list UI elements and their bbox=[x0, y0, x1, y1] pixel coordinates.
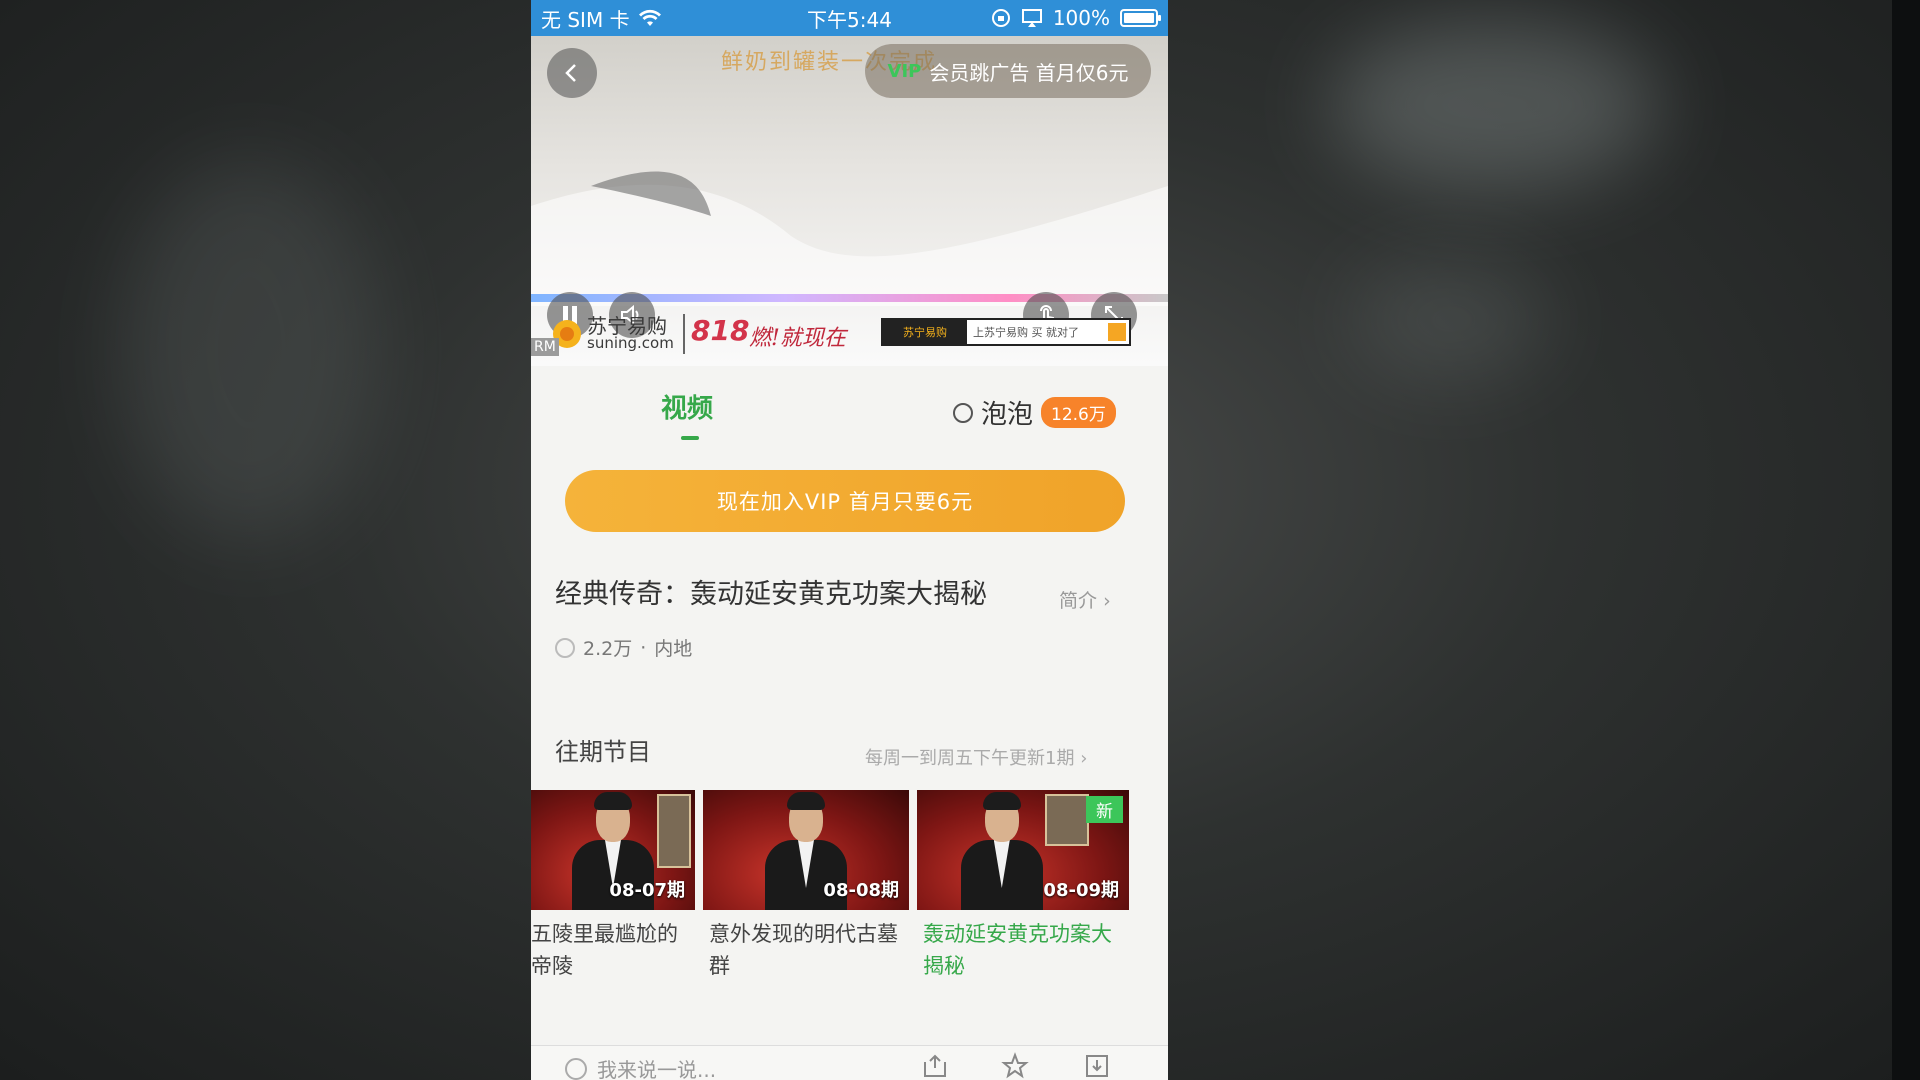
tab-video[interactable]: 视频 bbox=[661, 388, 713, 425]
carrier-label: 无 SIM 卡 bbox=[541, 7, 630, 32]
mini-banner-text: 上苏宁易购 买 就对了 bbox=[973, 326, 1079, 339]
ad-tag: RM bbox=[531, 338, 559, 356]
thumbnail-inset-image bbox=[1045, 794, 1089, 846]
thumbnail-inset-image bbox=[657, 794, 691, 868]
tab-active-indicator bbox=[681, 436, 699, 440]
screen-glare bbox=[120, 160, 380, 540]
episode-title: 轰动延安黄克功案大揭秘 bbox=[923, 922, 1112, 978]
wifi-icon bbox=[638, 9, 661, 26]
vip-skip-ad-button[interactable]: VIP 会员跳广告 首月仅6元 bbox=[865, 44, 1151, 98]
ad-mini-banner: 苏宁易购 上苏宁易购 买 就对了 bbox=[881, 318, 1131, 346]
ad-banner-strip[interactable]: 苏宁易购 suning.com 818 燃!就现在 RM 苏宁易购 上苏宁易购 … bbox=[531, 308, 1168, 366]
host-figure bbox=[957, 792, 1047, 910]
video-player[interactable]: 鲜奶到罐装一次完成 VIP 会员跳广告 首月仅6元 苏宁易购 suning.co… bbox=[531, 36, 1168, 366]
ad-brand-cn: 苏宁易购 bbox=[587, 314, 667, 338]
content-tabs: 视频 泡泡 12.6万 bbox=[531, 366, 1168, 456]
episode-card[interactable]: 08-07期 五陵里最尴尬的帝陵 bbox=[531, 790, 695, 982]
screen-mirroring-icon bbox=[1021, 9, 1042, 27]
episode-thumbnail: 08-07期 bbox=[531, 790, 695, 910]
bubble-icon bbox=[953, 402, 973, 423]
program-title: 经典传奇：轰动延安黄克功案大揭秘 bbox=[555, 579, 987, 610]
tab-bubble[interactable]: 泡泡 12.6万 bbox=[953, 394, 1116, 431]
download-icon[interactable] bbox=[1083, 1052, 1111, 1080]
orientation-lock-icon bbox=[991, 9, 1010, 27]
region: 内地 bbox=[654, 638, 693, 660]
mini-banner-search-icon bbox=[1108, 323, 1126, 341]
schedule-text: 每周一到周五下午更新1期 bbox=[865, 748, 1075, 769]
ad-brand-en: suning.com bbox=[587, 334, 674, 352]
bubble-count-badge: 12.6万 bbox=[1041, 397, 1116, 428]
ad-slogan-secondary: 燃!就现在 bbox=[749, 326, 846, 351]
new-badge: 新 bbox=[1086, 796, 1123, 823]
episode-title: 意外发现的明代古墓群 bbox=[709, 922, 898, 978]
meta-separator: · bbox=[640, 636, 647, 659]
comment-input[interactable]: 我来说一说... bbox=[565, 1054, 716, 1080]
suning-logo: 苏宁易购 suning.com bbox=[553, 316, 674, 351]
episode-thumbnail: 新 08-09期 bbox=[917, 790, 1129, 910]
share-icon[interactable] bbox=[921, 1052, 949, 1080]
vip-mini-logo: VIP bbox=[887, 60, 922, 82]
episode-date-label: 08-08期 bbox=[823, 880, 899, 901]
comment-placeholder: 我来说一说... bbox=[597, 1058, 717, 1080]
bottom-action-bar: 我来说一说... bbox=[531, 1045, 1168, 1080]
chevron-right-icon: › bbox=[1103, 590, 1111, 612]
episode-date-label: 08-09期 bbox=[1043, 880, 1119, 901]
phone-screen: 无 SIM 卡 下午5:44 100% 鲜奶到罐装一次完成 VIP 会员跳广告 … bbox=[531, 0, 1168, 1080]
episode-title: 五陵里最尴尬的帝陵 bbox=[531, 922, 678, 978]
ad-818-logo: 818 bbox=[691, 314, 750, 347]
monitor-bezel bbox=[1892, 0, 1920, 1080]
emoji-icon bbox=[565, 1057, 587, 1080]
episode-date-label: 08-07期 bbox=[609, 880, 685, 901]
battery-icon bbox=[1120, 9, 1161, 27]
ad-divider bbox=[683, 314, 685, 354]
intro-link[interactable]: 简介 › bbox=[1059, 586, 1111, 613]
episode-card-current[interactable]: 新 08-09期 轰动延安黄克功案大揭秘 bbox=[917, 790, 1129, 982]
status-bar: 无 SIM 卡 下午5:44 100% bbox=[531, 0, 1168, 36]
view-count: 2.2万 bbox=[583, 638, 633, 660]
back-button[interactable] bbox=[547, 48, 597, 98]
program-meta: 2.2万 · 内地 bbox=[555, 634, 692, 661]
intro-label: 简介 bbox=[1059, 590, 1098, 612]
ad-wave-graphic bbox=[531, 171, 1168, 306]
join-vip-button[interactable]: 现在加入VIP 首月只要6元 bbox=[565, 470, 1125, 532]
star-icon[interactable] bbox=[1001, 1052, 1029, 1080]
back-icon bbox=[565, 64, 576, 82]
mini-banner-logo: 苏宁易购 bbox=[883, 320, 967, 344]
chevron-right-icon: › bbox=[1080, 748, 1088, 769]
episode-thumbnail: 08-08期 bbox=[703, 790, 909, 910]
clock: 下午5:44 bbox=[807, 7, 892, 32]
tab-bubble-label: 泡泡 bbox=[981, 400, 1034, 430]
past-episodes-title: 往期节目 bbox=[555, 738, 651, 766]
screen-glare bbox=[1350, 260, 1550, 380]
episode-card[interactable]: 08-08期 意外发现的明代古墓群 bbox=[703, 790, 909, 982]
screen-glare bbox=[1330, 20, 1660, 190]
battery-percent: 100% bbox=[1052, 6, 1110, 30]
play-count-icon bbox=[555, 637, 575, 658]
vip-skip-label: 会员跳广告 首月仅6元 bbox=[929, 60, 1129, 85]
past-episodes-schedule-link[interactable]: 每周一到周五下午更新1期 › bbox=[865, 744, 1087, 770]
